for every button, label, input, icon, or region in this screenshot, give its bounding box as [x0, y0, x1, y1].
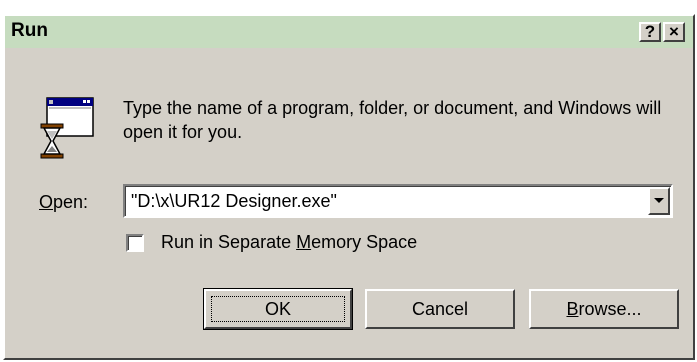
open-label: Open: — [39, 192, 88, 213]
chevron-down-icon — [654, 198, 664, 203]
checkbox-label-pre: Run in Separate — [161, 232, 297, 252]
checkbox-label-post: emory Space — [311, 232, 418, 252]
open-input[interactable]: "D:\x\UR12 Designer.exe" — [131, 191, 337, 212]
checkbox-label-mnemonic: M — [296, 232, 312, 252]
open-label-rest: pen: — [53, 192, 89, 212]
run-program-icon — [40, 97, 94, 159]
ok-button-label: OK — [264, 299, 291, 319]
ok-button[interactable]: OK — [203, 288, 353, 330]
run-dialog: Run ? × Type the name of a program, fold… — [3, 14, 695, 360]
dropdown-button[interactable] — [648, 187, 670, 215]
title-bar[interactable]: Run ? × — [5, 16, 693, 48]
open-label-mnemonic: O — [39, 192, 54, 212]
cancel-button[interactable]: Cancel — [365, 289, 515, 329]
browse-button-label: rowse... — [578, 299, 642, 319]
cancel-button-label: Cancel — [411, 299, 469, 319]
window-title: Run — [11, 20, 48, 41]
browse-mnemonic: B — [566, 299, 579, 319]
separate-memory-label[interactable]: Run in Separate Memory Space — [161, 232, 417, 253]
browse-button[interactable]: Browse... — [529, 289, 679, 329]
description-text: Type the name of a program, folder, or d… — [123, 98, 662, 142]
close-button[interactable]: × — [663, 22, 685, 42]
separate-memory-checkbox[interactable] — [126, 234, 144, 252]
help-button[interactable]: ? — [639, 22, 661, 42]
open-combobox[interactable]: "D:\x\UR12 Designer.exe" — [123, 184, 673, 218]
